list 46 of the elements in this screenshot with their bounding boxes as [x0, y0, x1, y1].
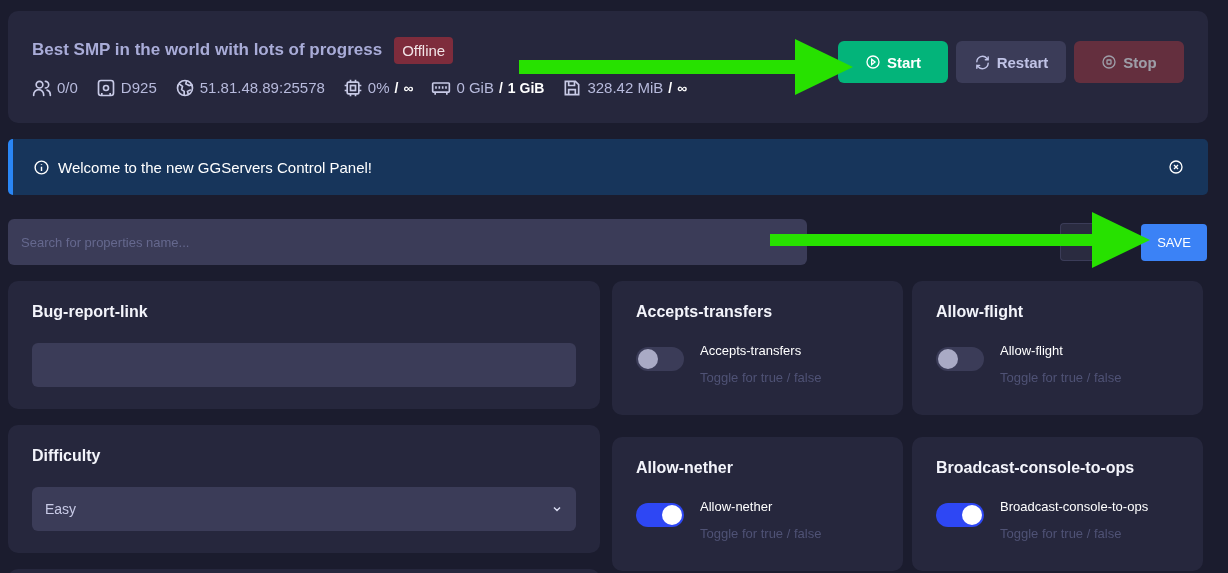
server-title: Best SMP in the world with lots of progress — [32, 40, 383, 60]
info-icon — [33, 158, 50, 176]
start-button[interactable]: Start — [838, 41, 948, 83]
stat-limit: 1 GiB — [507, 79, 545, 96]
refresh-icon — [973, 53, 991, 71]
toggle-hint: Toggle for true / false — [700, 370, 822, 385]
stat-value: D925 — [120, 79, 157, 96]
save-button[interactable]: SAVE — [1141, 223, 1207, 261]
globe-icon — [174, 77, 195, 98]
server-icon — [95, 77, 116, 98]
toggle-switch[interactable] — [636, 503, 684, 527]
status-badge: Offline — [394, 36, 454, 64]
close-icon[interactable] — [1168, 159, 1184, 175]
cpu-icon — [342, 77, 363, 98]
property-name: Allow-flight — [936, 303, 1024, 320]
property-name: Difficulty — [32, 447, 102, 465]
toggle-switch[interactable] — [636, 347, 684, 371]
toggle-hint: Toggle for true / false — [1000, 526, 1123, 541]
toggle-label: Allow-nether — [700, 499, 774, 514]
stat-value: 0 GiB — [456, 79, 494, 96]
play-icon — [864, 54, 881, 70]
toggle-label: Accepts-transfers — [700, 343, 803, 358]
difficulty-dropdown[interactable]: Easy — [32, 487, 576, 531]
toggle-switch[interactable] — [936, 347, 984, 371]
stat-limit: ∞ — [403, 79, 414, 96]
property-name: Bug-report-link — [32, 303, 149, 321]
slash-separator: / — [668, 79, 673, 96]
stat-value: 0% — [367, 79, 390, 96]
toggle-switch[interactable] — [936, 503, 984, 527]
stat-value: 51.81.48.89:25578 — [199, 79, 325, 96]
slash-separator: / — [394, 79, 399, 96]
alert-message: Welcome to the new GGServers Control Panel! — [58, 158, 373, 176]
input-field[interactable] — [32, 343, 576, 387]
stat-value: 328.42 MiB — [587, 79, 664, 96]
toggle-hint: Toggle for true / false — [1000, 370, 1122, 385]
stop-icon — [1101, 54, 1118, 70]
restart-button[interactable]: Restart — [956, 41, 1066, 83]
stat-limit: ∞ — [677, 79, 688, 96]
toggle-hint: Toggle for true / false — [700, 526, 822, 541]
toggle-label: Allow-flight — [1000, 343, 1064, 358]
stat-value: 0/0 — [57, 79, 78, 96]
property-name: Accepts-transfers — [636, 303, 773, 320]
slash-separator: / — [498, 79, 503, 96]
property-name: Broadcast-console-to-ops — [936, 459, 1135, 476]
property-name: Allow-nether — [636, 459, 733, 476]
toggle-label: Broadcast-console-to-ops — [1000, 499, 1149, 514]
